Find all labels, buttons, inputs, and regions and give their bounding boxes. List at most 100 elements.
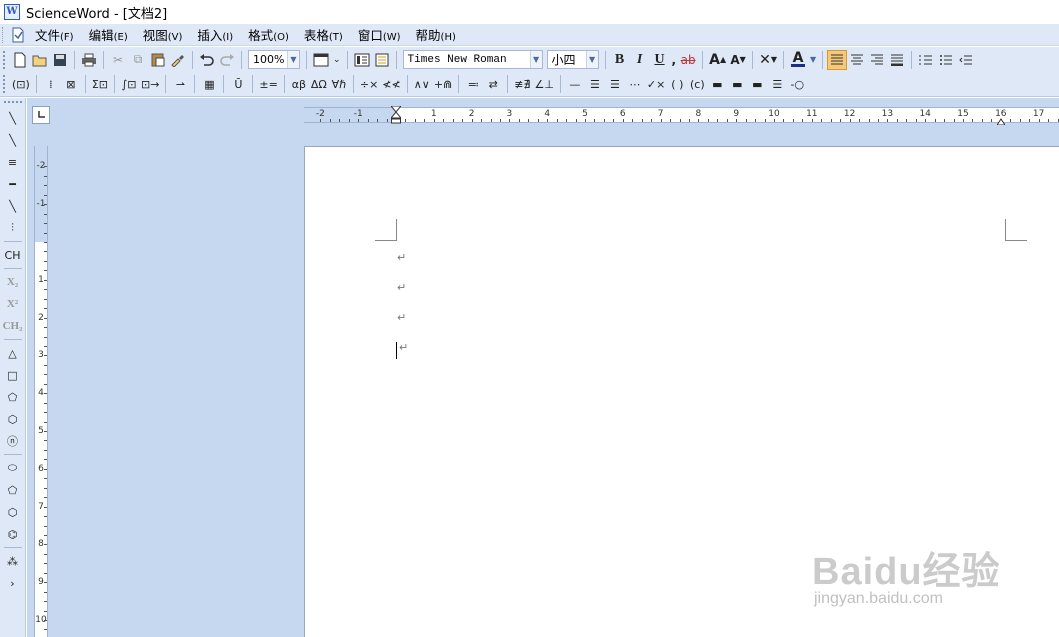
science-tool-button[interactable]: ≮≮: [380, 74, 402, 94]
drawing-tool-button[interactable]: ╲: [2, 129, 24, 151]
print-icon[interactable]: [79, 50, 99, 70]
science-tool-button[interactable]: ∀ℏ: [329, 74, 349, 94]
vertical-ruler[interactable]: -2 -1 1 2 3 4 5 6 7 8 9 10: [34, 146, 48, 637]
menu-item[interactable]: 文件(F): [35, 25, 83, 44]
drawing-tool-button[interactable]: ━: [2, 173, 24, 195]
science-tool-button[interactable]: ⁞: [41, 74, 61, 94]
science-tool-button[interactable]: ±=: [257, 74, 279, 94]
science-tool-button[interactable]: ☰: [585, 74, 605, 94]
drawing-tool-button[interactable]: □: [2, 364, 24, 386]
horizontal-ruler[interactable]: -2 -1 1 2 3 4 5 6 7 8 9 10 11 12 13 14 15 16 17: [304, 105, 1059, 126]
format-painter-icon[interactable]: [168, 50, 188, 70]
save-icon[interactable]: [50, 50, 70, 70]
outline-view-icon[interactable]: [372, 50, 392, 70]
science-tool-button[interactable]: ✓×: [645, 74, 667, 94]
science-tool-button[interactable]: ⇄: [483, 74, 503, 94]
toolbar-grip[interactable]: [3, 101, 22, 104]
align-right-button[interactable]: [867, 50, 887, 70]
science-tool-button[interactable]: ▦: [199, 74, 219, 94]
drawing-tool-button[interactable]: ⬡: [2, 501, 24, 523]
science-tool-button[interactable]: ⊡→: [139, 74, 161, 94]
science-tool-button[interactable]: —: [565, 74, 585, 94]
menu-item[interactable]: 表格(T): [304, 25, 352, 44]
align-left-button[interactable]: [827, 49, 848, 70]
italic-button[interactable]: I: [630, 50, 650, 70]
zoom-select[interactable]: 100% ▼: [248, 50, 300, 69]
document-view-icon[interactable]: [352, 50, 372, 70]
paste-icon[interactable]: [148, 50, 168, 70]
science-tool-button[interactable]: ☰: [767, 74, 787, 94]
drawing-tool-button[interactable]: △: [2, 342, 24, 364]
menu-item[interactable]: 视图(V): [143, 25, 192, 44]
science-tool-button[interactable]: Ū: [228, 74, 248, 94]
align-center-button[interactable]: [847, 50, 867, 70]
toolbar-grip[interactable]: [3, 50, 6, 69]
science-tool-button[interactable]: -○: [787, 74, 807, 94]
document-menu-icon[interactable]: [9, 26, 27, 44]
bullet-list-icon[interactable]: [936, 50, 956, 70]
indent-marker[interactable]: [389, 105, 403, 124]
drawing-tool-button[interactable]: X₂: [2, 271, 24, 293]
science-tool-button[interactable]: +⋒: [432, 74, 454, 94]
cut-icon[interactable]: ✂: [108, 50, 128, 70]
new-document-icon[interactable]: [10, 50, 30, 70]
font-color-button[interactable]: A: [788, 50, 808, 70]
chevron-down-icon[interactable]: ▼: [287, 51, 299, 68]
drawing-tool-button[interactable]: CH: [2, 244, 24, 266]
drawing-tool-button[interactable]: ⬠: [2, 479, 24, 501]
drawing-tool-button[interactable]: ⌬: [2, 523, 24, 545]
science-tool-button[interactable]: ▬: [707, 74, 727, 94]
toolbar-grip[interactable]: [3, 75, 6, 93]
open-folder-icon[interactable]: [30, 50, 50, 70]
science-tool-button[interactable]: ΔΩ: [309, 74, 329, 94]
drawing-tool-button[interactable]: ›: [2, 572, 24, 594]
undo-icon[interactable]: [197, 50, 217, 70]
science-tool-button[interactable]: ⋯: [625, 74, 645, 94]
science-tool-button[interactable]: ⇀: [170, 74, 190, 94]
science-tool-button[interactable]: ▬: [747, 74, 767, 94]
menu-item[interactable]: 格式(O): [248, 25, 298, 44]
drawing-tool-button[interactable]: ⬠: [2, 386, 24, 408]
text-effects-icon[interactable]: ✕ ▼: [757, 50, 779, 70]
copy-icon[interactable]: ⧉: [128, 50, 148, 70]
bold-button[interactable]: B: [610, 50, 630, 70]
drawing-tool-button[interactable]: ⁂: [2, 550, 24, 572]
document-page[interactable]: ↵ ↵ ↵ ↵: [304, 146, 1059, 637]
science-tool-button[interactable]: ⊠: [61, 74, 81, 94]
chevron-down-icon[interactable]: ▼: [529, 51, 542, 68]
drawing-tool-button[interactable]: CH₂: [2, 315, 24, 337]
science-tool-button[interactable]: ÷×: [358, 74, 380, 94]
grow-font-button[interactable]: A ▲: [707, 50, 728, 70]
science-tool-button[interactable]: (⊡): [10, 74, 32, 94]
redo-icon[interactable]: [217, 50, 237, 70]
numbered-list-icon[interactable]: [916, 50, 936, 70]
drawing-tool-button[interactable]: ≡: [2, 151, 24, 173]
drawing-tool-button[interactable]: ⬭: [2, 457, 24, 479]
science-tool-button[interactable]: ≢∄: [512, 74, 532, 94]
drawing-tool-button[interactable]: X²: [2, 293, 24, 315]
drawing-tool-button[interactable]: ⬡: [2, 408, 24, 430]
tab-stop-selector[interactable]: [32, 106, 50, 124]
science-tool-button[interactable]: αβ: [289, 74, 309, 94]
strikethrough-button[interactable]: ab: [678, 50, 698, 70]
science-tool-button[interactable]: ☰: [605, 74, 625, 94]
underline-button[interactable]: U: [650, 50, 670, 70]
decrease-indent-icon[interactable]: [956, 50, 976, 70]
toolbar-options-icon[interactable]: ⌄: [331, 50, 343, 70]
science-tool-button[interactable]: (c): [687, 74, 707, 94]
font-name-select[interactable]: Times New Roman ▼: [402, 50, 543, 69]
underline-options-icon[interactable]: ,: [670, 50, 679, 70]
menu-item[interactable]: 窗口(W): [358, 25, 410, 44]
science-tool-button[interactable]: ∠⊥: [532, 74, 555, 94]
drawing-tool-button[interactable]: ╲: [2, 107, 24, 129]
science-tool-button[interactable]: ( ): [667, 74, 687, 94]
font-color-chevron-down-icon[interactable]: ▼: [808, 50, 818, 70]
science-tool-button[interactable]: ▬: [727, 74, 747, 94]
drawing-tool-button[interactable]: ⫶: [2, 217, 24, 239]
drawing-tool-button[interactable]: ╲: [2, 195, 24, 217]
drawing-tool-button[interactable]: ⓝ: [2, 430, 24, 452]
science-tool-button[interactable]: ∧∨: [412, 74, 432, 94]
chevron-down-icon[interactable]: ▼: [585, 51, 598, 68]
align-justify-button[interactable]: [887, 50, 907, 70]
font-size-select[interactable]: 小四 ▼: [546, 50, 599, 69]
